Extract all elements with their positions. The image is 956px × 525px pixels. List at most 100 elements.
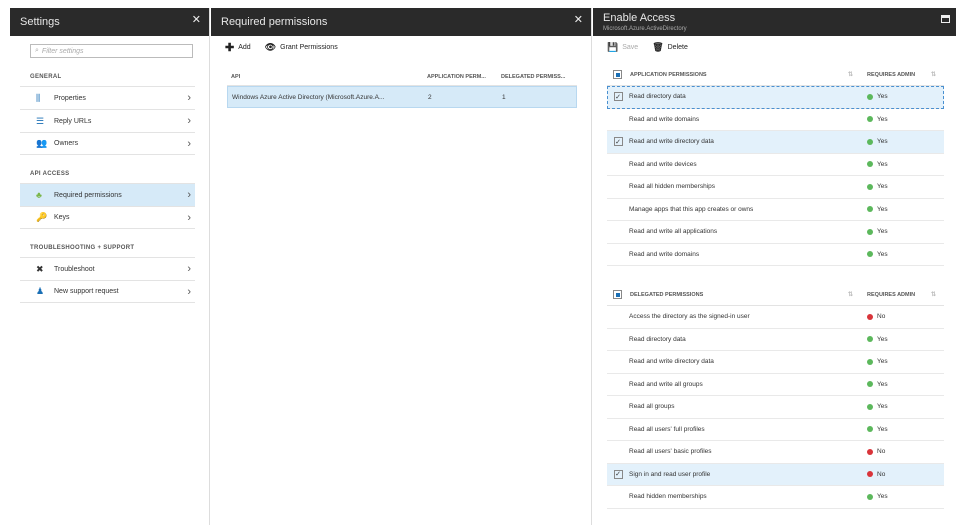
permission-name: Read directory data <box>629 93 686 101</box>
permission-row[interactable]: Read and write all groups Yes <box>607 374 944 396</box>
permission-row[interactable]: Read and write domains Yes <box>607 109 944 131</box>
close-icon[interactable]: ✕ <box>574 13 583 26</box>
permission-checkbox[interactable]: ✓ <box>613 92 623 102</box>
menu-group: ✖ Troubleshoot › ♟ New support request › <box>20 257 195 303</box>
sidebar-item-owners[interactable]: 👥 Owners › <box>20 132 195 155</box>
sidebar-item-label: Reply URLs <box>54 117 92 125</box>
sort-icon[interactable]: ⇅ <box>848 71 861 78</box>
permissions-grid: API APPLICATION PERM... DELEGATED PERMIS… <box>227 68 577 108</box>
permission-row[interactable]: Read and write devices Yes <box>607 154 944 176</box>
application-permissions-rows: ✓ Read directory data Yes Read and write do… <box>607 86 944 266</box>
delegated-permissions-rows: Access the directory as the signed-in us… <box>607 306 944 509</box>
permission-name: Manage apps that this app creates or own… <box>629 205 754 213</box>
delete-label: Delete <box>667 43 688 51</box>
check-status-icon <box>867 358 873 365</box>
required-permissions-header: Required permissions ✕ <box>211 8 591 36</box>
sidebar-item-label: Properties <box>54 94 86 102</box>
select-all-delegated-checkbox[interactable] <box>613 290 622 299</box>
permission-row[interactable]: Read all users' full profiles Yes <box>607 419 944 441</box>
check-status-icon <box>867 403 873 410</box>
permission-row[interactable]: Read and write directory data Yes <box>607 351 944 374</box>
maximize-icon[interactable] <box>941 15 950 23</box>
check-status-icon <box>867 138 873 145</box>
permission-row[interactable]: Read hidden memberships Yes <box>607 486 944 509</box>
permission-row[interactable]: Read directory data Yes <box>607 329 944 351</box>
check-status-icon <box>867 116 873 123</box>
permission-row[interactable]: Read all users' basic profiles No <box>607 441 944 464</box>
sort-icon[interactable]: ⇅ <box>931 71 944 78</box>
delete-button[interactable]: 🗑 Delete <box>652 42 688 53</box>
permission-row[interactable]: Access the directory as the signed-in us… <box>607 306 944 329</box>
permission-name: Read all groups <box>629 403 675 411</box>
requires-admin-cell: Yes <box>859 358 944 365</box>
sort-icon[interactable]: ⇅ <box>848 291 861 298</box>
delegated-count-cell: 1 <box>502 93 506 101</box>
requires-admin-value: No <box>877 448 886 456</box>
permission-name: Sign in and read user profile <box>629 470 711 478</box>
section-heading: API ACCESS <box>30 171 70 177</box>
required-permissions-title: Required permissions <box>221 16 328 28</box>
permission-name: Read and write all applications <box>629 228 718 236</box>
requires-admin-value: Yes <box>877 403 888 411</box>
permission-row[interactable]: Read all hidden memberships Yes <box>607 176 944 199</box>
chevron-right-icon: › <box>187 211 191 224</box>
column-application-permissions[interactable]: APPLICATION PERM... <box>427 74 501 80</box>
requires-admin-cell: Yes <box>859 161 944 168</box>
permission-checkbox[interactable]: ✓ <box>613 469 623 479</box>
column-api[interactable]: API <box>227 74 427 80</box>
requires-admin-value: Yes <box>877 115 888 123</box>
requires-admin-cell: Yes <box>859 93 944 100</box>
eye-icon: 👁 <box>264 41 277 52</box>
permission-row[interactable]: ✓ Read directory data Yes <box>607 86 944 109</box>
grant-permissions-button[interactable]: 👁 Grant Permissions <box>265 42 338 53</box>
permission-row[interactable]: Read and write all applications Yes <box>607 221 944 244</box>
requires-admin-value: Yes <box>877 380 888 388</box>
check-status-icon <box>867 381 873 388</box>
search-input[interactable]: ⌕ Filter settings <box>30 44 193 58</box>
sidebar-item-label: Troubleshoot <box>54 265 95 273</box>
sidebar-item-label: Owners <box>54 140 79 147</box>
key-icon: 🔑 <box>36 212 48 222</box>
column-delegated-permissions[interactable]: DELEGATED PERMISS... <box>501 74 573 80</box>
enable-access-title: Enable Access <box>603 12 676 24</box>
add-button[interactable]: ✚ Add <box>225 41 251 54</box>
enable-access-header: Enable Access Microsoft.Azure.ActiveDire… <box>593 8 956 36</box>
sidebar-item-label: Keys <box>54 214 70 221</box>
sidebar-item-reply-urls[interactable]: ☰ Reply URLs › <box>20 109 195 132</box>
sidebar-item-troubleshoot[interactable]: ✖ Troubleshoot › <box>20 257 195 280</box>
permission-row[interactable]: ✓ Read and write directory data Yes <box>607 131 944 154</box>
delegated-permissions-header: DELEGATED PERMISSIONS ⇅ REQUIRES ADMIN ⇅ <box>607 284 944 306</box>
permission-name: Read all users' full profiles <box>629 425 705 433</box>
permission-row[interactable]: Read all groups Yes <box>607 396 944 419</box>
search-placeholder: Filter settings <box>41 47 84 55</box>
check-status-icon <box>867 93 873 100</box>
sidebar-item-required-permissions[interactable]: ♣ Required permissions › <box>20 183 195 206</box>
table-row[interactable]: Windows Azure Active Directory (Microsof… <box>227 86 577 108</box>
save-button[interactable]: 💾 Save <box>607 42 638 53</box>
block-status-icon <box>867 313 873 320</box>
permission-name: Read and write domains <box>629 250 700 258</box>
checkbox-cell: ✓ <box>607 92 629 102</box>
close-icon[interactable]: ✕ <box>192 13 201 26</box>
properties-icon: ⫼ <box>36 92 41 103</box>
permission-row[interactable]: ✓ Sign in and read user profile No <box>607 463 944 486</box>
permission-checkbox[interactable]: ✓ <box>613 137 623 147</box>
sort-icon[interactable]: ⇅ <box>931 291 944 298</box>
enable-access-blade: Enable Access Microsoft.Azure.ActiveDire… <box>593 8 956 525</box>
owners-icon: 👥 <box>36 138 48 148</box>
select-all-application-checkbox[interactable] <box>613 70 622 79</box>
sidebar-item-keys[interactable]: 🔑 Keys › <box>20 206 195 229</box>
sidebar-item-new-support-request[interactable]: ♟ New support request › <box>20 280 195 303</box>
permission-name: Read and write devices <box>629 160 697 168</box>
requires-admin-cell: Yes <box>859 403 944 410</box>
requires-admin-cell: Yes <box>859 183 944 190</box>
permission-row[interactable]: Manage apps that this app creates or own… <box>607 199 944 221</box>
checkbox-cell: ✓ <box>607 137 629 147</box>
permission-name: Read hidden memberships <box>629 493 707 501</box>
sidebar-item-properties[interactable]: ⫼ Properties › <box>20 86 195 109</box>
permission-row[interactable]: Read and write domains Yes <box>607 244 944 266</box>
requires-admin-value: No <box>877 470 886 478</box>
toolbar: 💾 Save 🗑 Delete <box>593 36 956 58</box>
requires-admin-cell: Yes <box>859 336 944 343</box>
requires-admin-cell: Yes <box>859 381 944 388</box>
